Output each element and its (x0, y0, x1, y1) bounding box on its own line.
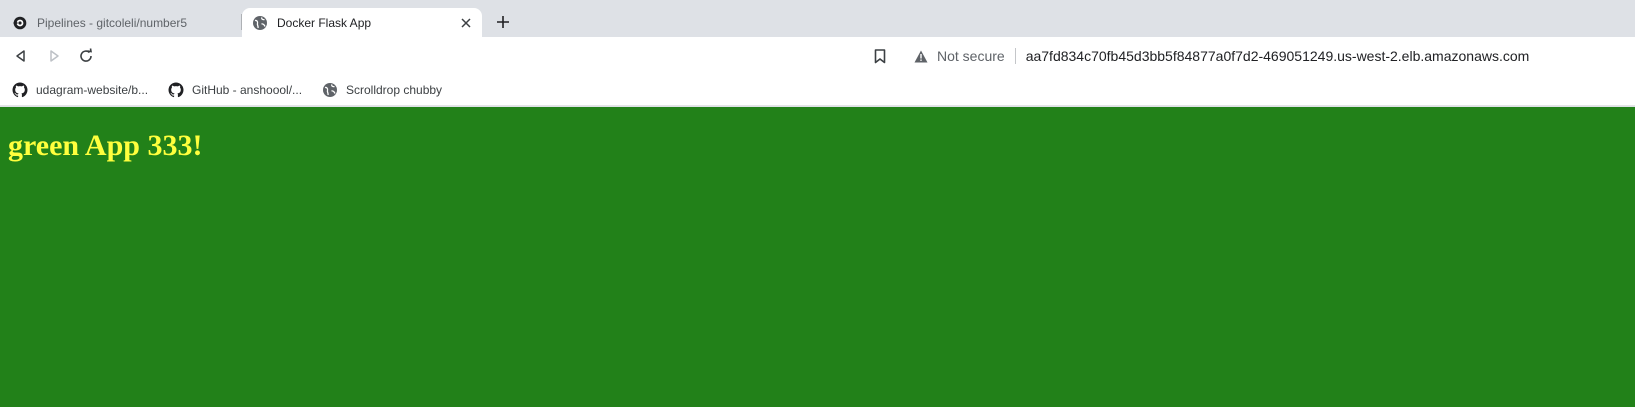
security-status[interactable]: Not secure (937, 48, 1005, 64)
forward-button[interactable] (43, 45, 65, 67)
page-viewport: green App 333! (0, 107, 1635, 407)
tab-strip: Pipelines - gitcoleli/number5 Docker Fla… (0, 0, 1635, 37)
github-icon (168, 82, 184, 98)
warning-icon[interactable] (913, 48, 929, 64)
bookmark-udagram-website[interactable]: udagram-website/b... (12, 79, 148, 101)
bookmark-scrolldrop-chubby[interactable]: Scrolldrop chubby (322, 79, 442, 101)
reload-icon (80, 48, 92, 62)
back-arrow-icon (16, 50, 25, 62)
new-tab-button[interactable] (492, 11, 514, 33)
url-text[interactable]: aa7fd834c70fb45d3bb5f84877a0f7d2-4690512… (1026, 48, 1530, 64)
globe-icon (252, 15, 268, 31)
address-bar[interactable]: Not secure aa7fd834c70fb45d3bb5f84877a0f… (905, 42, 1635, 70)
circleci-icon (12, 15, 28, 31)
bookmark-page-button[interactable] (870, 46, 890, 66)
bookmark-icon (874, 48, 886, 63)
bookmark-github-anshoool[interactable]: GitHub - anshoool/... (168, 79, 302, 101)
back-button[interactable] (10, 45, 32, 67)
bookmarks-bar: udagram-website/b... GitHub - anshoool/.… (0, 75, 1635, 106)
reload-button[interactable] (75, 45, 97, 67)
github-icon (12, 82, 28, 98)
tab-pipelines[interactable]: Pipelines - gitcoleli/number5 (0, 8, 242, 37)
omnibox-divider (1014, 48, 1016, 64)
tab-title: Pipelines - gitcoleli/number5 (37, 15, 188, 30)
forward-arrow-icon (50, 50, 59, 62)
page-heading: green App 333! (8, 129, 203, 162)
close-tab-icon[interactable] (458, 15, 474, 31)
bookmark-label: GitHub - anshoool/... (192, 83, 303, 97)
tab-docker-flask-app[interactable]: Docker Flask App (242, 8, 482, 37)
bookmark-label: udagram-website/b... (36, 83, 149, 97)
tab-title: Docker Flask App (277, 15, 372, 30)
globe-icon (322, 82, 338, 98)
bookmark-label: Scrolldrop chubby (346, 83, 443, 97)
browser-toolbar: Not secure aa7fd834c70fb45d3bb5f84877a0f… (0, 37, 1635, 75)
